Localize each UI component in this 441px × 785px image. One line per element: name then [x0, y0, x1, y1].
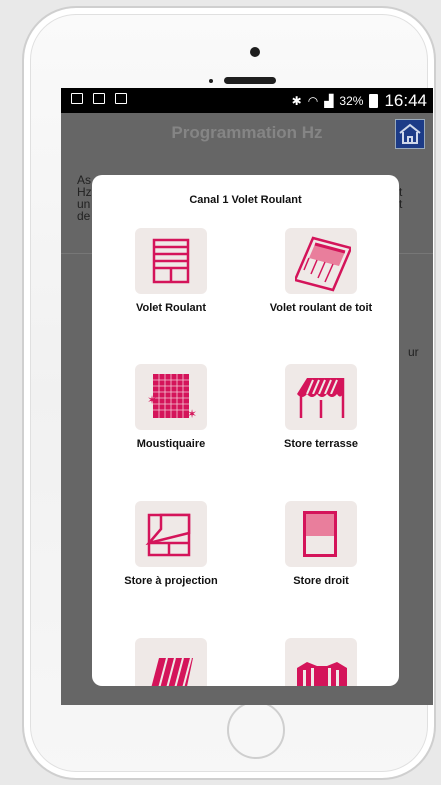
background-text-right: t t — [399, 185, 403, 211]
option-store-banne[interactable] — [96, 638, 246, 686]
option-moustiquaire[interactable]: ✶ ✶ Moustiquaire — [96, 364, 246, 450]
notification-icon — [93, 93, 105, 104]
store-droit-icon — [303, 511, 337, 557]
status-bar: ✱ ◠ ▟ 32% 16:44 — [61, 88, 433, 113]
option-label: Store à projection — [124, 575, 218, 587]
option-volet-roulant-de-toit[interactable]: Volet roulant de toit — [246, 228, 396, 314]
dialog-title: Canal 1 Volet Roulant — [189, 194, 302, 206]
earpiece-speaker — [224, 77, 276, 84]
clock: 16:44 — [384, 91, 427, 110]
background-text: As Hz un de — [77, 173, 92, 223]
portail-icon — [297, 662, 347, 686]
option-label: Volet Roulant — [135, 302, 207, 314]
svg-text:✶: ✶ — [147, 393, 157, 407]
battery-icon — [369, 94, 379, 108]
option-label: Moustiquaire — [136, 438, 206, 450]
background-side-text: ur — [408, 345, 419, 359]
option-label: Store terrasse — [284, 438, 358, 450]
page-title: Programmation Hz — [171, 123, 323, 142]
store-a-projection-icon — [145, 513, 191, 557]
signal-icon: ▟ — [324, 94, 334, 108]
volet-roulant-de-toit-icon — [295, 236, 351, 292]
svg-text:✶: ✶ — [187, 407, 197, 421]
gallery-icon — [71, 93, 83, 104]
option-portail[interactable] — [246, 638, 396, 686]
app-bar: Programmation Hz — [61, 113, 433, 154]
home-icon — [399, 123, 421, 144]
volet-roulant-icon — [152, 238, 190, 284]
option-store-terrasse[interactable]: Store terrasse — [246, 364, 396, 450]
home-button[interactable] — [395, 119, 425, 149]
store-terrasse-icon — [297, 378, 345, 418]
moustiquaire-icon: ✶ ✶ — [147, 374, 197, 421]
document-icon — [115, 93, 127, 104]
option-label: Store droit — [293, 575, 349, 587]
option-volet-roulant[interactable]: Volet Roulant — [96, 228, 246, 314]
shutter-type-dialog: Canal 1 Volet Roulant Volet Roulant Vole… — [92, 175, 399, 686]
bluetooth-icon: ✱ — [291, 94, 302, 108]
front-camera — [250, 47, 260, 57]
option-label: Volet roulant de toit — [269, 302, 373, 314]
option-store-a-projection[interactable]: Store à projection — [96, 501, 246, 587]
phone-home-button[interactable] — [227, 701, 285, 759]
sensor-dot — [209, 79, 213, 83]
wifi-icon: ◠ — [307, 94, 319, 108]
option-store-droit[interactable]: Store droit — [246, 501, 396, 587]
battery-percent: 32% — [339, 94, 364, 108]
store-banne-icon — [151, 657, 193, 686]
